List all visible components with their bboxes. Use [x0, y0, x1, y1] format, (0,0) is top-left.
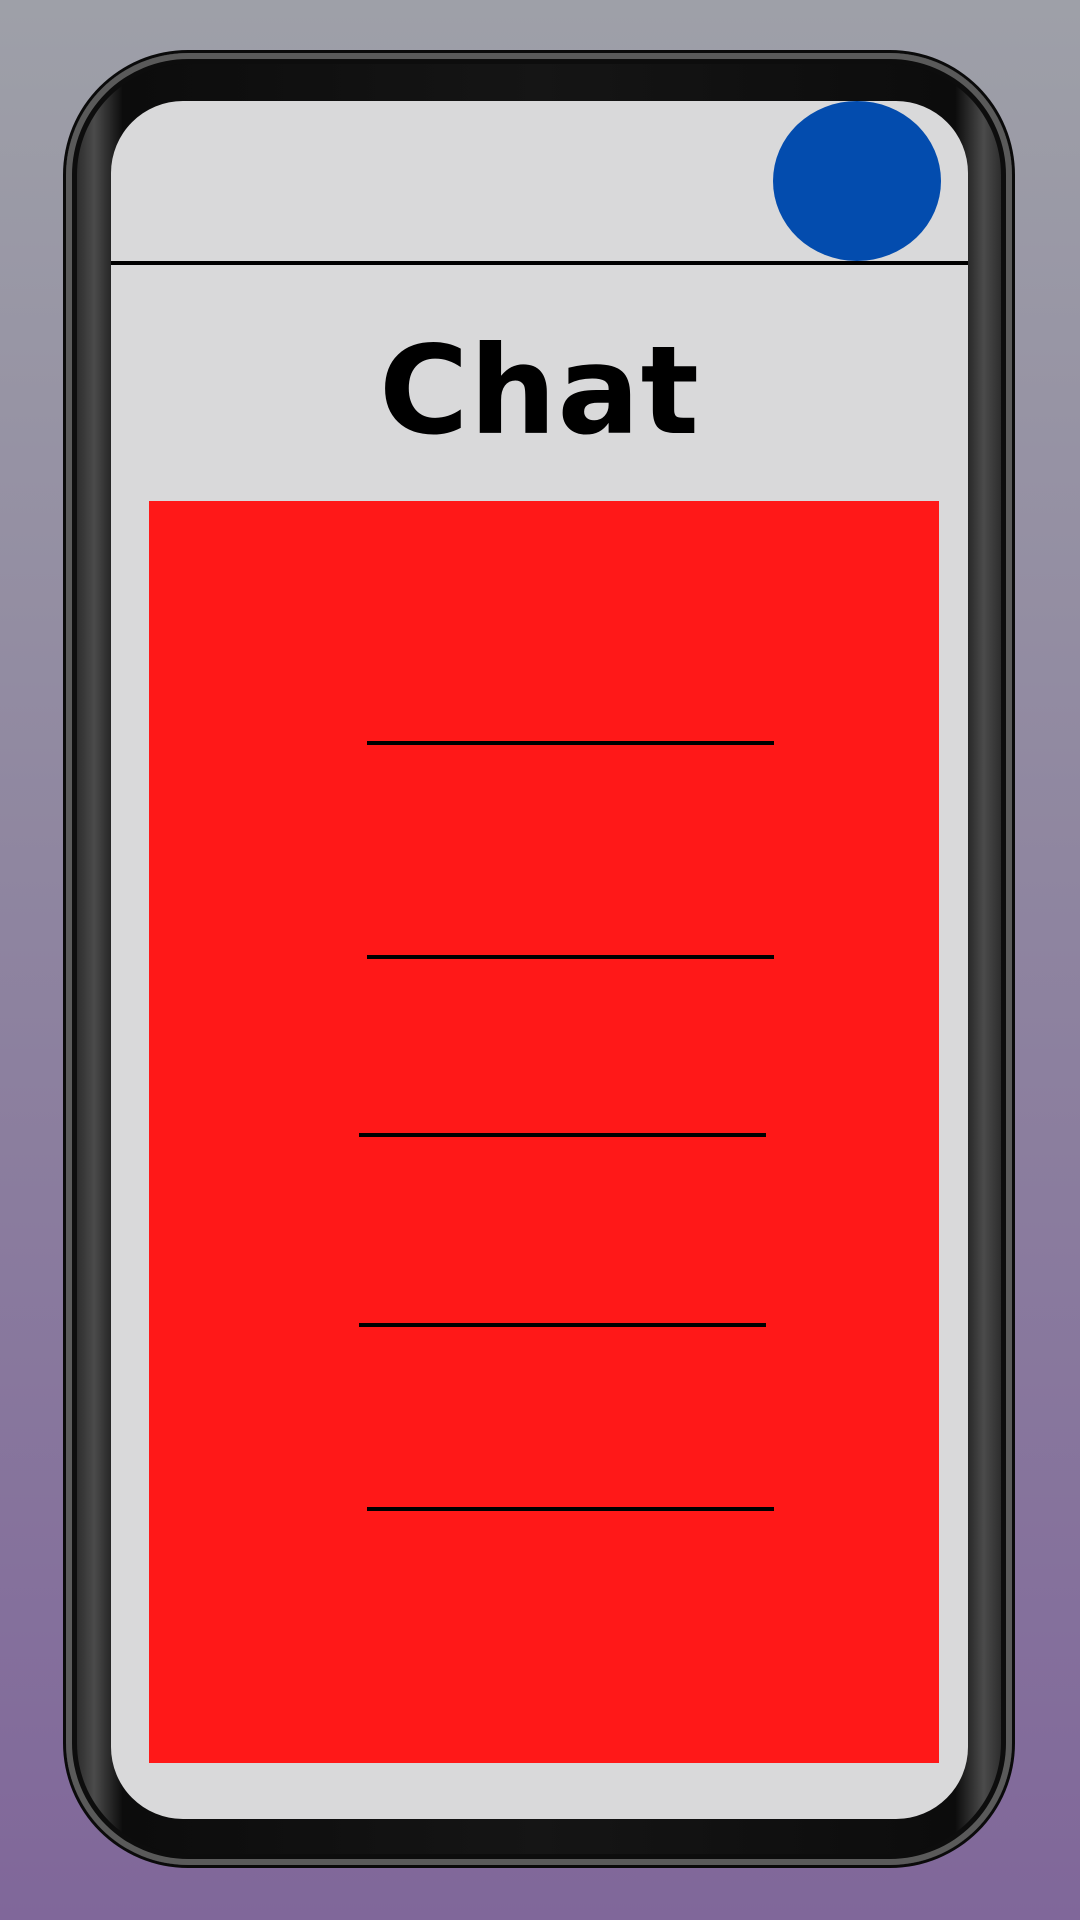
chat-item-placeholder-line[interactable]	[359, 1133, 766, 1137]
chat-item-placeholder-line[interactable]	[367, 741, 774, 745]
profile-avatar[interactable]	[773, 101, 941, 261]
chat-list[interactable]	[149, 501, 939, 1763]
phone-screen: Chat	[111, 101, 968, 1819]
chat-item-placeholder-line[interactable]	[367, 1507, 774, 1511]
page-title: Chat	[378, 320, 701, 462]
top-bar	[111, 101, 968, 265]
chat-item-placeholder-line[interactable]	[367, 955, 774, 959]
chat-item-placeholder-line[interactable]	[359, 1323, 766, 1327]
